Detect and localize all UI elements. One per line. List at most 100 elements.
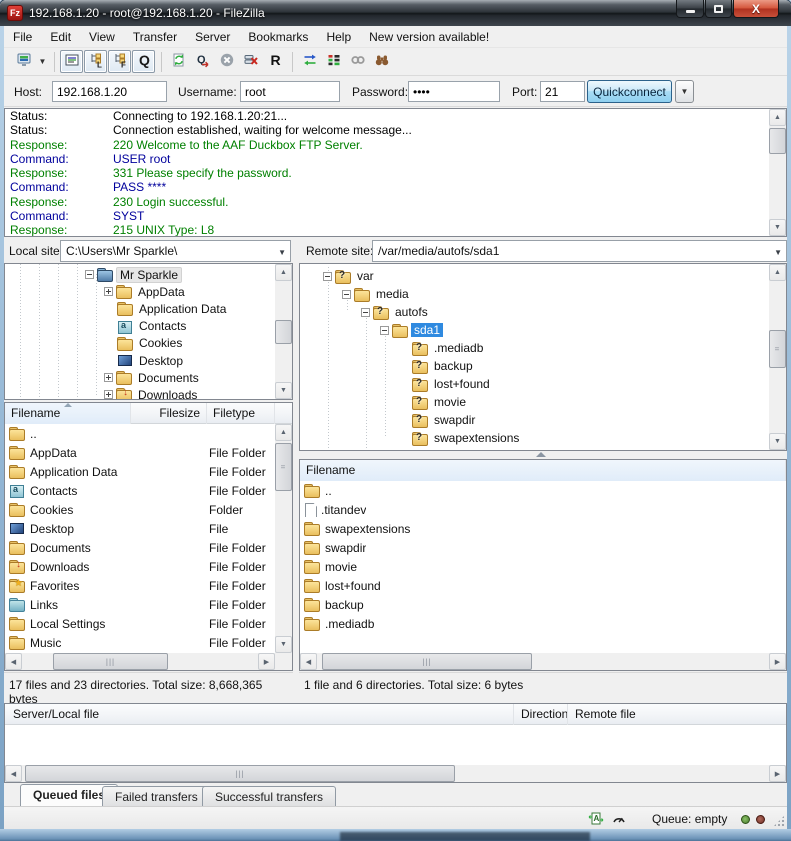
password-input[interactable]: [408, 81, 500, 102]
file-row-backup[interactable]: backup: [300, 595, 786, 614]
toggle-remote-tree-button[interactable]: F: [108, 50, 131, 73]
quickconnect-button[interactable]: Quickconnect: [587, 80, 672, 103]
local-site-combo[interactable]: C:\Users\Mr Sparkle\▼: [60, 240, 291, 262]
tree-item-contacts[interactable]: aContacts: [5, 318, 275, 335]
file-row--[interactable]: ..: [300, 481, 786, 500]
tree-item-application-data[interactable]: Application Data: [5, 300, 275, 317]
file-row--titandev[interactable]: .titandev: [300, 500, 786, 519]
maximize-button[interactable]: [705, 0, 732, 18]
file-row-cookies[interactable]: CookiesFolder: [5, 500, 275, 519]
tab-successful-transfers[interactable]: Successful transfers: [202, 786, 336, 806]
column-header-filetype[interactable]: Filetype: [207, 403, 275, 424]
cancel-button[interactable]: [215, 50, 238, 73]
file-row-movie[interactable]: movie: [300, 557, 786, 576]
tab-failed-transfers[interactable]: Failed transfers: [102, 786, 211, 806]
tree-item-media[interactable]: media: [300, 285, 769, 303]
file-row-favorites[interactable]: ★FavoritesFile Folder: [5, 576, 275, 595]
file-row-desktop[interactable]: DesktopFile: [5, 519, 275, 538]
toggle-log-button[interactable]: [60, 50, 83, 73]
column-header-direction[interactable]: Direction: [521, 707, 568, 721]
file-row-appdata[interactable]: AppDataFile Folder: [5, 443, 275, 462]
reconnect-button[interactable]: R: [263, 50, 286, 73]
toggle-queue-button[interactable]: Q: [132, 50, 155, 73]
host-input[interactable]: [52, 81, 167, 102]
title-bar[interactable]: Fz 192.168.1.20 - root@192.168.1.20 - Fi…: [0, 0, 791, 26]
menu-item-file[interactable]: File: [4, 27, 41, 47]
expand-icon[interactable]: [104, 373, 113, 382]
tree-item-autofs[interactable]: ?autofs: [300, 303, 769, 321]
remote-tree-scrollbar[interactable]: ▲ = ▼: [769, 264, 786, 450]
menu-item-help[interactable]: Help: [317, 27, 360, 47]
tree-item-movie[interactable]: ?movie: [300, 393, 769, 411]
tree-item-lost-found[interactable]: ?lost+found: [300, 375, 769, 393]
file-row-lost-found[interactable]: lost+found: [300, 576, 786, 595]
file-row-downloads[interactable]: ↓DownloadsFile Folder: [5, 557, 275, 576]
tree-item-downloads[interactable]: ↓Downloads: [5, 386, 275, 400]
menu-item-server[interactable]: Server: [186, 27, 239, 47]
menu-item-bookmarks[interactable]: Bookmarks: [239, 27, 317, 47]
directory-listing-filter-button[interactable]: [322, 50, 345, 73]
directory-comparison-button[interactable]: [298, 50, 321, 73]
tree-item-swapextensions[interactable]: ?swapextensions: [300, 429, 769, 447]
site-manager-button[interactable]: [12, 50, 35, 73]
menu-item-transfer[interactable]: Transfer: [124, 27, 186, 47]
remote-list-hscrollbar[interactable]: ◀ ||| ▶: [300, 653, 786, 670]
speed-limits-icon[interactable]: [611, 811, 627, 830]
file-row-links[interactable]: LinksFile Folder: [5, 595, 275, 614]
tree-item--mediadb[interactable]: ?.mediadb: [300, 339, 769, 357]
disconnect-button[interactable]: [239, 50, 262, 73]
file-row-swapextensions[interactable]: swapextensions: [300, 519, 786, 538]
synchronized-browsing-button[interactable]: [346, 50, 369, 73]
tree-item-desktop[interactable]: Desktop: [5, 352, 275, 369]
collapse-icon[interactable]: [323, 272, 332, 281]
remote-site-combo[interactable]: /var/media/autofs/sda1▼: [372, 240, 787, 262]
process-queue-button[interactable]: Q: [191, 50, 214, 73]
log-scrollbar[interactable]: ▲ ▼: [769, 109, 786, 236]
quickconnect-dropdown-button[interactable]: ▼: [675, 80, 694, 103]
tree-item-mr-sparkle[interactable]: Mr Sparkle: [5, 266, 275, 283]
expand-icon[interactable]: [104, 390, 113, 399]
file-search-button[interactable]: [370, 50, 393, 73]
local-list-scrollbar[interactable]: ▲ = ▼: [275, 424, 292, 653]
refresh-button[interactable]: [167, 50, 190, 73]
expand-icon[interactable]: [104, 287, 113, 296]
collapse-icon[interactable]: [361, 308, 370, 317]
local-list-hscrollbar[interactable]: ◀ ||| ▶: [5, 653, 275, 670]
username-input[interactable]: [240, 81, 340, 102]
column-header-filesize[interactable]: Filesize: [131, 403, 207, 424]
menu-item-edit[interactable]: Edit: [41, 27, 80, 47]
pane-splitter[interactable]: [293, 240, 299, 698]
column-header-filename[interactable]: Filename: [300, 460, 786, 481]
toggle-local-tree-button[interactable]: L: [84, 50, 107, 73]
menu-item-new-version-available-[interactable]: New version available!: [360, 27, 498, 47]
minimize-button[interactable]: [676, 0, 704, 18]
column-header-remote-file[interactable]: Remote file: [575, 707, 636, 721]
tree-item-var[interactable]: ?var: [300, 267, 769, 285]
queue-hscrollbar[interactable]: ◀ ||| ▶: [5, 765, 786, 782]
file-row-documents[interactable]: DocumentsFile Folder: [5, 538, 275, 557]
transfer-type-icon[interactable]: A: [588, 811, 604, 830]
file-row-local-settings[interactable]: Local SettingsFile Folder: [5, 614, 275, 633]
file-row--mediadb[interactable]: .mediadb: [300, 614, 786, 633]
file-row-contacts[interactable]: aContactsFile Folder: [5, 481, 275, 500]
tree-item-cookies[interactable]: Cookies: [5, 335, 275, 352]
collapse-icon[interactable]: [342, 290, 351, 299]
file-row-application-data[interactable]: Application DataFile Folder: [5, 462, 275, 481]
tree-item-appdata[interactable]: AppData: [5, 283, 275, 300]
close-button[interactable]: X: [733, 0, 779, 18]
file-row-swapdir[interactable]: swapdir: [300, 538, 786, 557]
site-manager-dropdown-button[interactable]: ▼: [36, 50, 49, 73]
column-header-server-local-file[interactable]: Server/Local file: [13, 707, 99, 721]
file-row--[interactable]: ..: [5, 424, 275, 443]
resize-grip[interactable]: [773, 815, 785, 827]
menu-item-view[interactable]: View: [80, 27, 124, 47]
local-tree-scrollbar[interactable]: ▲ ▼: [275, 264, 292, 399]
column-header-filename[interactable]: Filename: [5, 403, 131, 424]
collapse-icon[interactable]: [380, 326, 389, 335]
remote-splitter-collapse-arrow[interactable]: [536, 452, 546, 457]
tree-item-dvd[interactable]: ?dvd: [300, 447, 769, 451]
collapse-icon[interactable]: [85, 270, 94, 279]
tree-item-swapdir[interactable]: ?swapdir: [300, 411, 769, 429]
file-row-music[interactable]: MusicFile Folder: [5, 633, 275, 652]
tree-item-backup[interactable]: ?backup: [300, 357, 769, 375]
